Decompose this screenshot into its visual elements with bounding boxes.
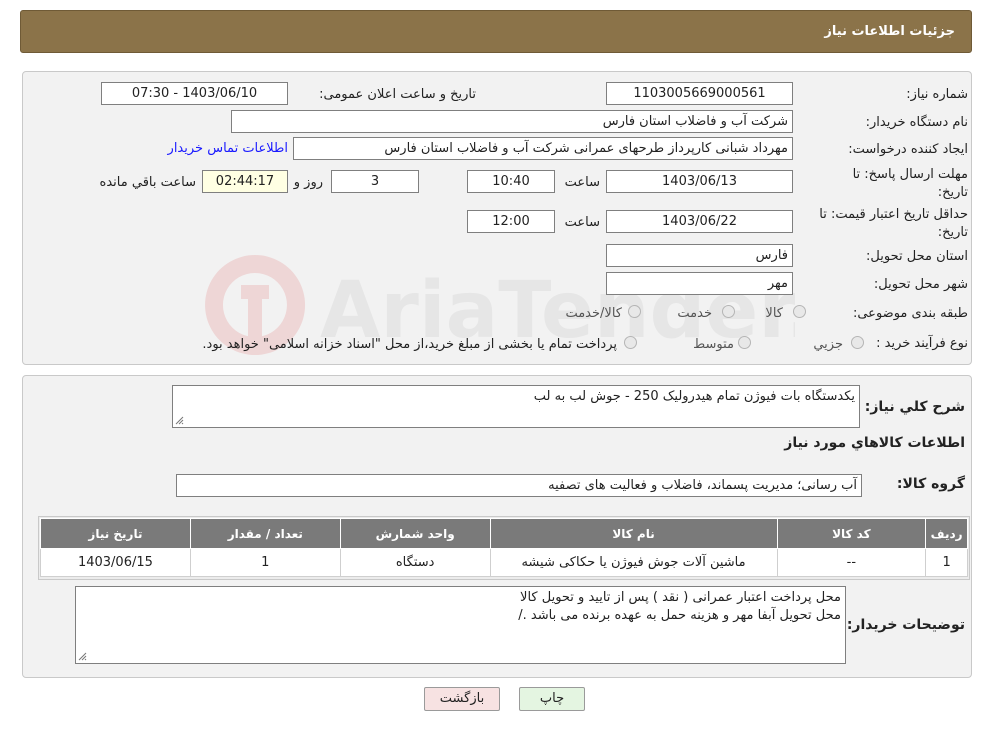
table-row: 1 -- ماشین آلات جوش فیوژن یا حکاکی شیشه … <box>40 548 968 577</box>
col-header-need-date: تاريخ نياز <box>40 518 191 549</box>
category-option-service: خدمت <box>677 306 712 321</box>
price-validity-date-field: 1403/06/22 <box>606 210 793 233</box>
response-deadline-label-2: تاریخ: <box>937 185 968 200</box>
need-summary-text: یکدستگاه بات فیوژن تمام هیدرولیک 250 - ج… <box>533 389 855 404</box>
purchase-type-option-minor: جزيي <box>813 337 843 352</box>
col-header-item-code: كد كالا <box>776 518 927 549</box>
response-date-field: 1403/06/13 <box>606 170 793 193</box>
resize-grip-icon[interactable] <box>175 416 184 425</box>
remaining-time-field: 02:44:17 <box>202 170 288 193</box>
days-field: 3 <box>331 170 419 193</box>
print-button[interactable]: چاپ <box>519 687 585 711</box>
page-header: جزئیات اطلاعات نیاز <box>20 10 972 53</box>
treasury-note: پرداخت تمام یا بخشی از مبلغ خرید،از محل … <box>202 337 617 352</box>
response-time-label: ساعت <box>564 175 600 190</box>
cell-unit: دستگاه <box>339 548 491 577</box>
treasury-note-checkbox[interactable] <box>624 336 637 349</box>
category-option-goods: کالا <box>765 306 783 321</box>
buyer-notes-textarea[interactable]: محل پرداخت اعتبار عمرانی ( نقد ) پس از ت… <box>75 586 846 664</box>
goods-info-title: اطلاعات كالاهاي مورد نياز <box>784 435 965 451</box>
col-header-quantity: تعداد / مقدار <box>189 518 341 549</box>
delivery-city-field: مهر <box>606 272 793 295</box>
category-radio-service[interactable] <box>722 305 735 318</box>
goods-group-label: گروه كالا: <box>896 476 965 492</box>
response-time-field: 10:40 <box>467 170 555 193</box>
remaining-time-label: ساعت باقي مانده <box>99 175 196 190</box>
back-button[interactable]: بازگشت <box>424 687 500 711</box>
response-deadline-label-1: مهلت ارسال پاسخ: تا <box>852 167 968 182</box>
cell-item-code: -- <box>776 548 927 577</box>
price-validity-label-2: تاریخ: <box>937 225 968 240</box>
purchase-type-radio-medium[interactable] <box>738 336 751 349</box>
col-header-row-no: رديف <box>925 518 968 549</box>
delivery-province-label: استان محل تحویل: <box>866 249 968 264</box>
need-number-label: شماره نیاز: <box>906 87 968 102</box>
category-option-goods-service: کالا/خدمت <box>565 306 622 321</box>
purchase-type-radio-minor[interactable] <box>851 336 864 349</box>
requester-field: مهرداد شبانی کارپرداز طرحهای عمرانی شرکت… <box>293 137 793 160</box>
delivery-province-field: فارس <box>606 244 793 267</box>
buyer-notes-line-2: محل تحویل آبفا مهر و هزینه حمل به عهده ب… <box>518 608 841 623</box>
buyer-notes-line-1: محل پرداخت اعتبار عمرانی ( نقد ) پس از ت… <box>520 590 841 605</box>
price-validity-label-1: حداقل تاریخ اعتبار قیمت: تا <box>819 207 968 222</box>
cell-quantity: 1 <box>189 548 341 577</box>
page-title: جزئیات اطلاعات نیاز <box>824 24 955 39</box>
cell-row-no: 1 <box>925 548 968 577</box>
need-summary-textarea[interactable]: یکدستگاه بات فیوژن تمام هیدرولیک 250 - ج… <box>172 385 860 428</box>
announce-datetime-label: تاریخ و ساعت اعلان عمومی: <box>319 87 476 102</box>
cell-need-date: 1403/06/15 <box>40 548 191 577</box>
buyer-contact-link[interactable]: اطلاعات تماس خریدار <box>168 141 288 156</box>
category-radio-goods[interactable] <box>793 305 806 318</box>
buyer-org-label: نام دستگاه خریدار: <box>865 115 968 130</box>
purchase-type-label: نوع فرآیند خرید : <box>876 336 968 351</box>
goods-group-field: آب رسانی؛ مدیریت پسماند، فاضلاب و فعالیت… <box>176 474 862 497</box>
price-validity-time-label: ساعت <box>564 215 600 230</box>
purchase-type-option-medium: متوسط <box>693 337 734 352</box>
need-number-field: 1103005669000561 <box>606 82 793 105</box>
col-header-item-name: نام كالا <box>489 518 778 549</box>
resize-grip-icon[interactable] <box>78 652 87 661</box>
need-summary-label: شرح كلي نياز: <box>864 399 965 415</box>
category-radio-goods-service[interactable] <box>628 305 641 318</box>
cell-item-name: ماشین آلات جوش فیوژن یا حکاکی شیشه <box>489 548 778 577</box>
buyer-notes-label: توضيحات خريدار: <box>846 617 965 633</box>
items-table: رديف كد كالا نام كالا واحد شمارش تعداد /… <box>40 518 968 577</box>
buyer-org-field: شرکت آب و فاضلاب استان فارس <box>231 110 793 133</box>
price-validity-time-field: 12:00 <box>467 210 555 233</box>
days-label: روز و <box>293 175 323 190</box>
items-table-header: رديف كد كالا نام كالا واحد شمارش تعداد /… <box>40 518 968 549</box>
delivery-city-label: شهر محل تحویل: <box>873 277 968 292</box>
requester-label: ایجاد کننده درخواست: <box>848 142 968 157</box>
category-label: طبقه بندی موضوعی: <box>852 306 968 321</box>
col-header-unit: واحد شمارش <box>339 518 491 549</box>
announce-datetime-field: 1403/06/10 - 07:30 <box>101 82 288 105</box>
